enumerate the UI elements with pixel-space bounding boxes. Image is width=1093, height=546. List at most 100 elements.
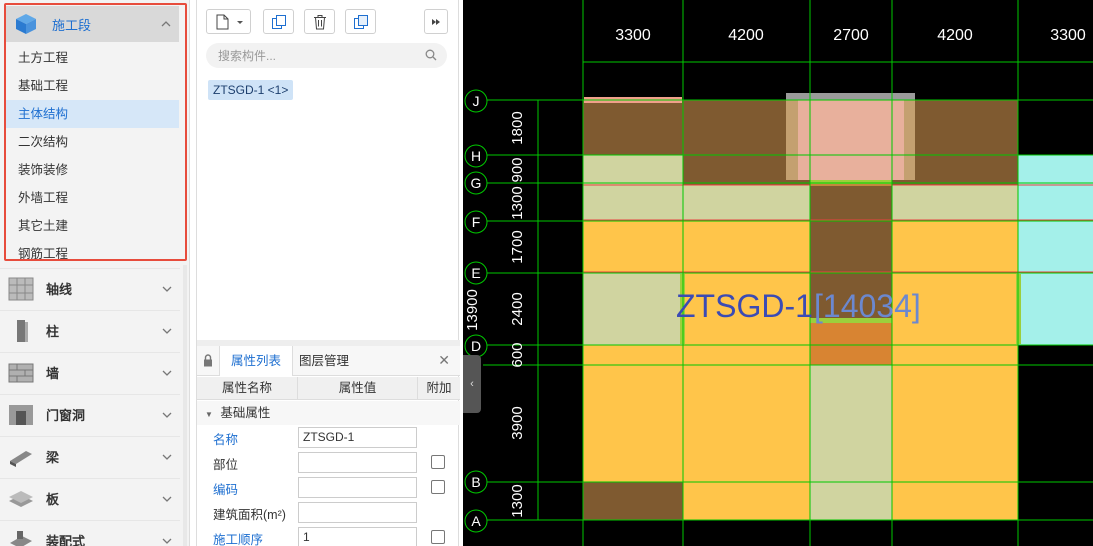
nav-sub-item[interactable]: 其它土建: [6, 212, 179, 240]
nav-sub-item[interactable]: 装饰装修: [6, 156, 179, 184]
dim-label: 3300: [615, 27, 651, 44]
property-name: 建筑面积(m²): [213, 508, 286, 522]
shaft-wall-right: [904, 100, 915, 180]
nav-category-beam[interactable]: 梁: [0, 436, 180, 476]
dim-label: 1300: [509, 484, 526, 517]
layer-copy-icon: [353, 14, 368, 29]
zone-name-label: ZTSGD-1 [14034]: [676, 288, 921, 324]
tab-property-list[interactable]: 属性列表: [219, 346, 294, 376]
nav-scrollbar[interactable]: [183, 265, 187, 546]
prefab-icon: [10, 530, 32, 546]
property-value-input[interactable]: ZTSGD-1: [298, 427, 417, 448]
zone-label-name: ZTSGD-1: [676, 288, 813, 324]
property-section-basic[interactable]: ▼ 基础属性: [197, 401, 460, 425]
component-list-item[interactable]: ZTSGD-1 <1>: [208, 80, 294, 100]
nav-category-slab[interactable]: 板: [0, 478, 180, 518]
nav-sub-item[interactable]: 钢筋工程: [6, 240, 179, 268]
chevron-left-icon: ‹: [470, 378, 474, 390]
nav-category-column[interactable]: 柱: [0, 310, 180, 350]
total-dim-label: 13900: [464, 289, 481, 331]
axis-label: A: [471, 513, 481, 529]
grid-icon: [8, 277, 34, 300]
zone-orange: [892, 482, 1018, 520]
tab-layer-management[interactable]: 图层管理: [299, 346, 349, 376]
new-file-icon: [216, 14, 243, 29]
nav-category-label: 墙: [46, 366, 60, 381]
property-name: 编码: [213, 483, 239, 497]
dim-label: 1700: [509, 230, 526, 263]
stage-cube-icon: [16, 14, 36, 34]
door-window-icon: [9, 404, 33, 425]
property-tabs: 属性列表 图层管理 ✕: [197, 346, 460, 376]
shaft-wall-left: [786, 100, 798, 180]
dim-label: 4200: [937, 27, 973, 44]
axis-label: J: [473, 93, 480, 109]
dim-label: 4200: [728, 27, 764, 44]
property-value-input[interactable]: 1: [298, 527, 417, 546]
search-placeholder: 搜索构件...: [218, 49, 277, 63]
nav-category-label: 门窗洞: [46, 408, 86, 423]
nav-sub-item[interactable]: 基础工程: [6, 72, 179, 100]
component-search[interactable]: 搜索构件...: [206, 43, 447, 68]
nav-category-axis[interactable]: 轴线: [0, 268, 180, 308]
delete-button[interactable]: [304, 9, 335, 34]
trash-icon: [313, 14, 326, 29]
nav-sub-item[interactable]: 二次结构: [6, 128, 179, 156]
shaft-top-wall: [786, 93, 915, 100]
axis-label: H: [471, 148, 481, 164]
extra-checkbox[interactable]: [431, 530, 445, 544]
nav-sub-list: 土方工程 基础工程 主体结构 二次结构 装饰装修 外墙工程 其它土建 钢筋工程: [6, 44, 179, 268]
chevron-down-icon: [162, 286, 172, 292]
nav-sub-item-active[interactable]: 主体结构: [6, 100, 179, 128]
expand-toolbar-button[interactable]: [424, 9, 448, 34]
axis-label: G: [471, 175, 482, 191]
triangle-down-icon: ▼: [205, 410, 213, 419]
zone-orange: [683, 482, 810, 520]
plan-view[interactable]: 3300 4200 2700 4200 3300 J H G F E D B A…: [463, 0, 1093, 546]
nav-group-construction-stage[interactable]: 施工段: [6, 6, 179, 42]
collapse-panel-button[interactable]: ‹: [463, 355, 481, 413]
drawing-canvas[interactable]: 3300 4200 2700 4200 3300 J H G F E D B A…: [463, 0, 1093, 546]
nav-sub-item[interactable]: 土方工程: [6, 44, 179, 72]
lock-icon[interactable]: [203, 354, 213, 367]
column-icon: [17, 319, 28, 342]
new-component-button[interactable]: [206, 9, 251, 34]
double-chevron-right-icon: [432, 18, 440, 25]
extra-checkbox[interactable]: [431, 480, 445, 494]
nav-category-door-window[interactable]: 门窗洞: [0, 394, 180, 434]
app-window: 施工段 土方工程 基础工程 主体结构 二次结构 装饰装修 外墙工程 其它土建 钢…: [0, 0, 1093, 546]
nav-category-wall[interactable]: 墙: [0, 352, 180, 392]
dim-label: 1800: [509, 111, 526, 144]
chevron-down-icon: [162, 538, 172, 544]
zone-label-area: [14034]: [814, 288, 921, 324]
search-icon[interactable]: [425, 49, 437, 61]
property-row: 编码: [197, 475, 460, 500]
nav-sub-item[interactable]: 外墙工程: [6, 184, 179, 212]
chevron-up-icon[interactable]: [161, 19, 171, 29]
copy-to-floor-button[interactable]: [345, 9, 376, 34]
copy-icon: [271, 14, 286, 29]
zone-empty: [1018, 345, 1093, 520]
property-value-input[interactable]: [298, 477, 417, 498]
property-table-header: 属性名称 属性值 附加: [197, 377, 460, 400]
property-row: 建筑面积(m²): [197, 500, 460, 525]
dim-label: 1300: [509, 186, 526, 219]
zone-orange: [892, 220, 1018, 482]
chevron-down-icon: [162, 496, 172, 502]
extra-checkbox[interactable]: [431, 455, 445, 469]
property-row: 施工顺序 1: [197, 525, 460, 546]
beam-icon: [10, 450, 32, 467]
close-icon[interactable]: ✕: [438, 352, 450, 369]
copy-button[interactable]: [263, 9, 294, 34]
component-panel: 搜索构件... ZTSGD-1 <1> 属性列表 图层管理 ✕ 属性名称 属性值…: [196, 0, 460, 546]
section-label: 基础属性: [220, 406, 271, 420]
chevron-down-icon: [162, 454, 172, 460]
zone-brown: [583, 482, 683, 520]
header-extra: 附加: [426, 381, 452, 395]
property-value-input[interactable]: [298, 452, 417, 473]
top-dimensions: 3300 4200 2700 4200 3300: [615, 27, 1086, 44]
axis-label: B: [471, 474, 480, 490]
property-value-input[interactable]: [298, 502, 417, 523]
zone-brown: [583, 100, 683, 155]
nav-category-prefab[interactable]: 装配式: [0, 520, 180, 546]
